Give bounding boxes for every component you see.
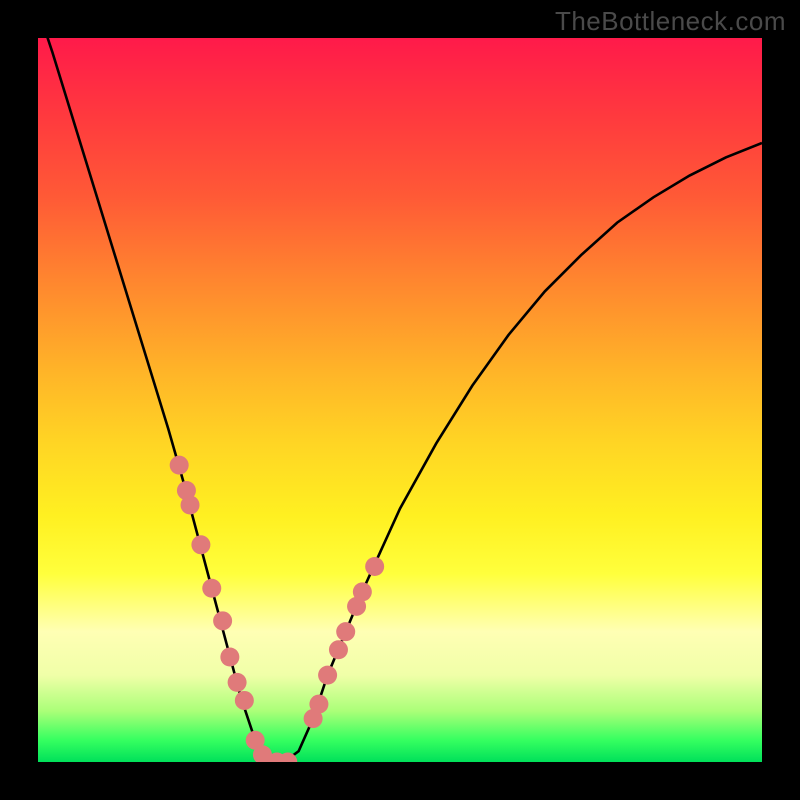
curve-dot [170,456,189,475]
curve-dot [365,557,384,576]
curve-dot [347,597,366,616]
chart-svg [38,38,762,762]
curve-dot [318,666,337,685]
curve-dot [267,753,286,763]
curve-dot [253,745,272,762]
curve-dots [170,456,384,762]
curve-dot [191,535,210,554]
curve-dot [213,611,232,630]
curve-dot [220,648,239,667]
chart-frame: TheBottleneck.com [0,0,800,800]
curve-dot [246,731,265,750]
curve-dot [228,673,247,692]
curve-dot [235,691,254,710]
curve-dot [278,753,297,763]
watermark-text: TheBottleneck.com [555,6,786,37]
curve-dot [309,695,328,714]
curve-dot [329,640,348,659]
curve-dot [177,481,196,500]
bottleneck-curve [38,38,762,762]
curve-dot [304,709,323,728]
curve-dot [181,495,200,514]
curve-dot [202,579,221,598]
curve-dot [353,582,372,601]
curve-dot [336,622,355,641]
plot-area [38,38,762,762]
